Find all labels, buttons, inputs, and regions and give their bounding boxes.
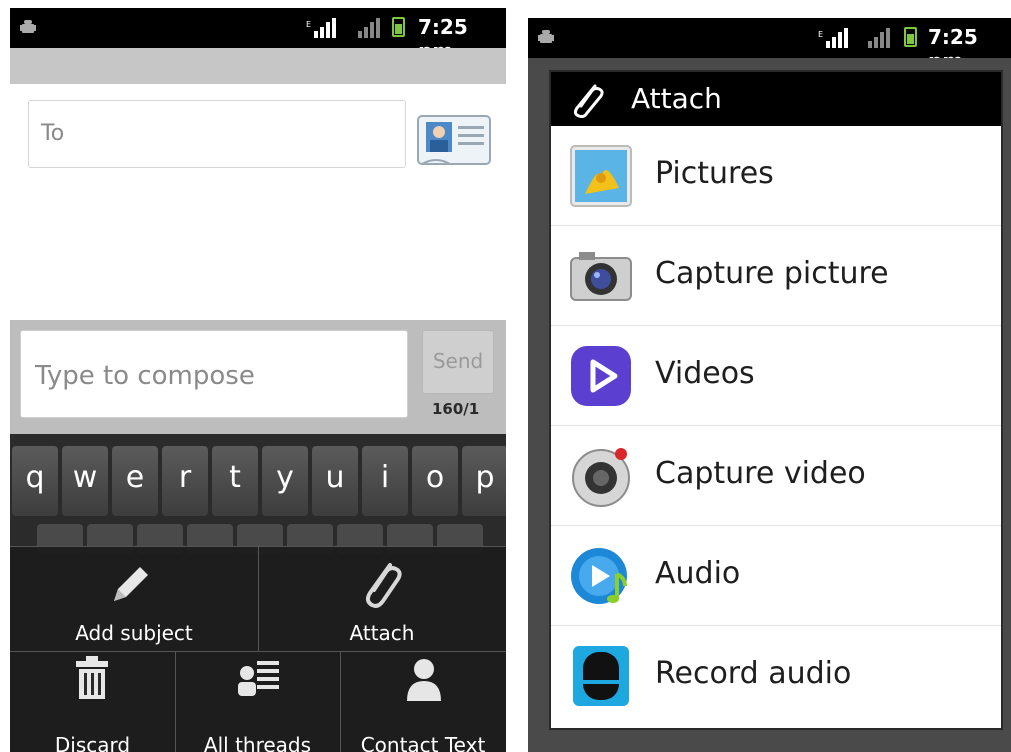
attach-audio-item[interactable]: Audio (551, 526, 1001, 626)
key-t[interactable]: t (212, 446, 258, 516)
compose-bar: Type to compose Send 160/1 (10, 320, 506, 442)
trash-icon (76, 656, 108, 699)
send-button[interactable]: Send (422, 330, 494, 394)
status-bar: E 7:25 pm (10, 8, 506, 63)
status-bar: E 7:25 pm (528, 18, 1011, 73)
recorder-icon (573, 646, 629, 706)
capture-picture-item[interactable]: Capture picture (551, 226, 1001, 326)
android-notification-icon (538, 30, 554, 43)
capture-video-item[interactable]: Capture video (551, 426, 1001, 526)
video-play-icon (571, 346, 631, 406)
key-u[interactable]: u (312, 446, 358, 516)
gallery-icon (570, 145, 632, 207)
svg-text:E: E (306, 20, 311, 29)
attach-pictures-item[interactable]: Pictures (551, 126, 1001, 226)
attach-pictures-label: Pictures (655, 156, 774, 191)
android-notification-icon (20, 20, 36, 33)
camera-icon (570, 252, 632, 301)
record-audio-label: Record audio (655, 656, 852, 691)
message-input[interactable]: Type to compose (20, 330, 408, 418)
attach-dialog-title: Attach (631, 82, 722, 115)
attach-dialog: Attach Pictures Capture picture Videos C… (549, 70, 1003, 730)
battery-icon (904, 27, 917, 47)
character-counter: 160/1 (432, 400, 480, 418)
contact-text-button[interactable]: Contact Text (340, 651, 506, 752)
signal-secondary-icon (868, 28, 890, 48)
key-o[interactable]: o (412, 446, 458, 516)
paperclip-icon (365, 563, 402, 608)
add-subject-button[interactable]: Add subject (10, 547, 258, 651)
key-w[interactable]: w (62, 446, 108, 516)
battery-icon (392, 17, 405, 37)
camcorder-icon (572, 448, 630, 507)
signal-icon: E (306, 18, 336, 38)
key-p[interactable]: p (462, 446, 506, 516)
threads-icon (238, 661, 279, 696)
contact-text-label: Contact Text (360, 733, 486, 752)
key-r[interactable]: r (162, 446, 208, 516)
key-i[interactable]: i (362, 446, 408, 516)
key-q[interactable]: q (12, 446, 58, 516)
record-audio-item[interactable]: Record audio (551, 626, 1001, 726)
recipient-input[interactable]: To (28, 100, 406, 168)
discard-button[interactable]: Discard (10, 651, 175, 752)
attach-videos-item[interactable]: Videos (551, 326, 1001, 426)
contact-picker-icon[interactable] (416, 112, 492, 168)
attach-videos-label: Videos (655, 356, 755, 391)
title-bar (10, 48, 506, 84)
person-icon (407, 659, 441, 701)
compose-screen: E 7:25 pm To Type to compose Send 160/1 … (10, 8, 506, 752)
pencil-icon (114, 567, 148, 601)
signal-secondary-icon (358, 18, 380, 38)
attach-screen: E 7:25 pm Attach Pictures (528, 18, 1011, 752)
key-y[interactable]: y (262, 446, 308, 516)
svg-text:E: E (818, 30, 823, 39)
attach-audio-label: Audio (655, 556, 741, 591)
add-subject-label: Add subject (75, 621, 193, 645)
all-threads-label: All threads (203, 733, 312, 752)
capture-picture-label: Capture picture (655, 256, 889, 291)
capture-video-label: Capture video (655, 456, 866, 491)
discard-label: Discard (54, 733, 131, 752)
all-threads-button[interactable]: All threads (175, 651, 340, 752)
attach-label: Attach (349, 621, 415, 645)
options-menu: Add subject Attach Discard All threads C… (10, 546, 506, 752)
signal-icon: E (818, 28, 848, 48)
attach-button[interactable]: Attach (258, 547, 506, 651)
music-icon (571, 548, 627, 604)
key-e[interactable]: e (112, 446, 158, 516)
paperclip-icon (573, 84, 604, 118)
attach-dialog-header: Attach (551, 72, 1001, 126)
